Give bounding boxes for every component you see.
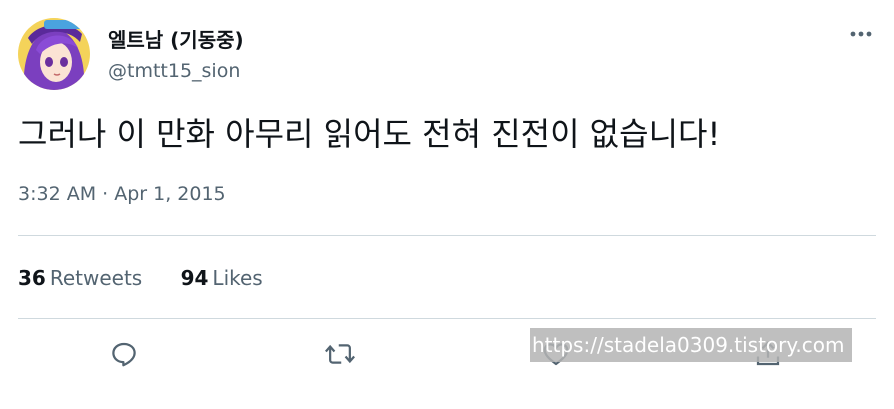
retweets-stat[interactable]: 36 Retweets [18,266,142,290]
retweets-count: 36 [18,266,46,290]
more-options-button[interactable] [846,22,876,46]
likes-stat[interactable]: 94 Likes [181,266,263,290]
retweets-label: Retweets [49,266,143,290]
retweet-button[interactable] [322,336,358,372]
avatar[interactable] [18,18,90,90]
reply-icon [112,342,136,367]
user-handle[interactable]: @tmtt15_sion [108,60,240,82]
tweet-text: 그러나 이 만화 아무리 읽어도 전혀 진전이 없습니다! [18,115,721,153]
engagement-stats: 36 Retweets 94 Likes [18,266,295,290]
divider [18,318,876,319]
tweet-timestamp[interactable]: 3:32 AM · Apr 1, 2015 [18,183,226,205]
more-icon [850,31,872,37]
divider [18,235,876,236]
reply-button[interactable] [106,336,142,372]
retweet-icon [325,344,355,364]
watermark: https://stadela0309.tistory.com [530,328,852,362]
display-name[interactable]: 엘트남 (기동중) [108,24,244,53]
likes-count: 94 [180,266,209,290]
likes-label: Likes [212,266,263,290]
